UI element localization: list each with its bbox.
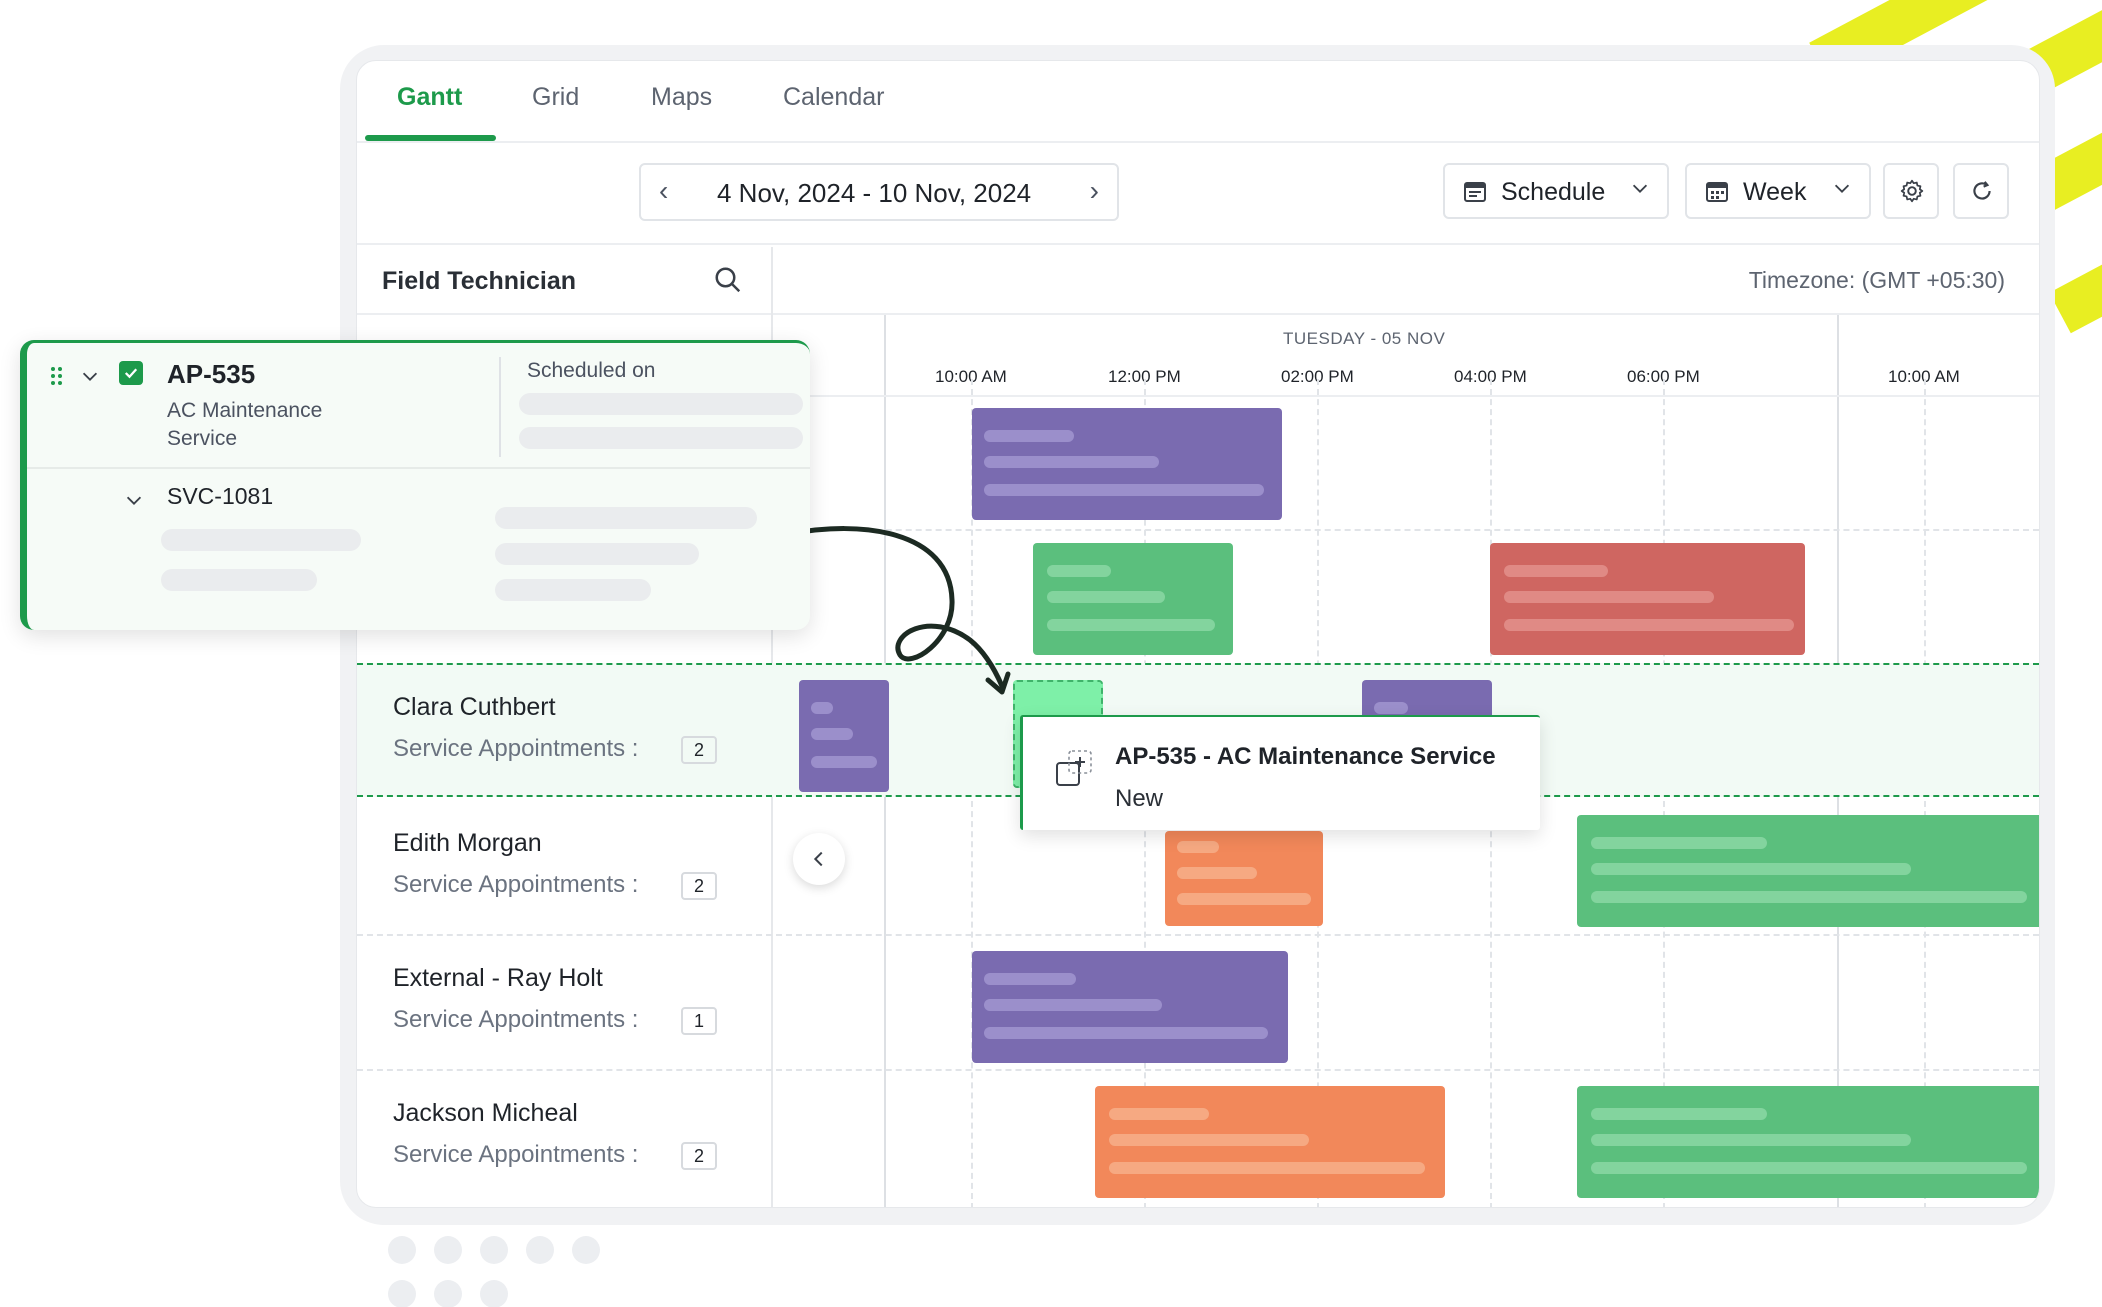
checkmark-icon xyxy=(124,368,138,379)
row-separator xyxy=(357,1069,2039,1071)
calendar-icon xyxy=(1706,182,1728,202)
dragged-appointment-card[interactable]: AP-535 AC Maintenance Service Scheduled … xyxy=(20,340,810,630)
timeline-header-divider xyxy=(773,395,2039,397)
chevron-left-icon xyxy=(813,851,823,867)
gear-icon xyxy=(1900,179,1924,203)
week-select[interactable]: Week xyxy=(1685,163,1871,219)
skeleton-line xyxy=(161,529,361,551)
scheduled-on-label: Scheduled on xyxy=(527,359,656,382)
chevron-down-icon xyxy=(1834,184,1850,193)
scheduler-panel: Gantt Grid Maps Calendar ‹ 4 Nov, 2024 -… xyxy=(356,60,2040,1208)
technician-name: Clara Cuthbert xyxy=(393,693,556,721)
chevron-down-icon xyxy=(1632,184,1648,193)
search-icon[interactable] xyxy=(713,265,743,295)
appointment-count-badge: 2 xyxy=(681,1142,717,1170)
appointment-block[interactable] xyxy=(1362,680,1492,720)
row-separator xyxy=(357,934,2039,936)
appointment-block[interactable] xyxy=(1033,543,1233,655)
active-tab-indicator xyxy=(365,135,496,141)
appointment-count-label: Service Appointments : xyxy=(393,735,639,762)
appointment-block[interactable] xyxy=(972,408,1282,520)
tab-grid[interactable]: Grid xyxy=(532,83,579,112)
appointment-count-badge: 2 xyxy=(681,872,717,900)
column-header: Field Technician Timezone: (GMT +05:30) xyxy=(357,247,2039,315)
chevron-left-icon[interactable]: ‹ xyxy=(659,175,668,207)
appointment-count-label: Service Appointments : xyxy=(393,1141,639,1168)
select-checkbox[interactable] xyxy=(119,361,143,385)
appointment-block[interactable] xyxy=(1577,1086,2039,1198)
settings-button[interactable] xyxy=(1883,163,1939,219)
skeleton-line xyxy=(519,427,803,449)
drag-handle-icon[interactable] xyxy=(49,365,65,387)
technician-name: External - Ray Holt xyxy=(393,964,603,992)
tab-gantt[interactable]: Gantt xyxy=(397,83,462,112)
refresh-icon xyxy=(1973,181,1991,200)
skeleton-line xyxy=(495,507,757,529)
technician-name: Jackson Micheal xyxy=(393,1099,578,1127)
schedule-select[interactable]: Schedule xyxy=(1443,163,1669,219)
popup-status: New xyxy=(1115,785,1164,812)
date-range-label: 4 Nov, 2024 - 10 Nov, 2024 xyxy=(717,178,1032,208)
technician-name: Edith Morgan xyxy=(393,829,542,857)
toolbar: ‹ 4 Nov, 2024 - 10 Nov, 2024 › Schedule xyxy=(357,145,2039,245)
day-label: TUESDAY - 05 NOV xyxy=(1283,329,1446,348)
scroll-back-button[interactable] xyxy=(793,833,845,885)
tab-maps[interactable]: Maps xyxy=(651,83,712,112)
skeleton-line xyxy=(495,579,651,601)
field-technician-title: Field Technician xyxy=(382,267,577,295)
timezone-label: Timezone: (GMT +05:30) xyxy=(1748,267,2005,293)
appointment-block[interactable] xyxy=(972,951,1288,1063)
refresh-button[interactable] xyxy=(1953,163,2009,219)
appointment-count-label: Service Appointments : xyxy=(393,871,639,898)
appointment-block[interactable] xyxy=(1165,831,1323,926)
skeleton-line xyxy=(161,569,317,591)
tab-calendar[interactable]: Calendar xyxy=(783,83,884,112)
date-range-picker[interactable]: ‹ 4 Nov, 2024 - 10 Nov, 2024 › xyxy=(639,163,1119,221)
card-divider xyxy=(27,467,810,469)
drag-preview-popup: AP-535 - AC Maintenance Service New xyxy=(1020,715,1540,830)
view-tabs: Gantt Grid Maps Calendar xyxy=(357,61,2039,143)
popup-title: AP-535 - AC Maintenance Service xyxy=(1115,743,1496,770)
week-select-label: Week xyxy=(1743,178,1807,206)
chevron-right-icon[interactable]: › xyxy=(1090,175,1099,207)
skeleton-line xyxy=(495,543,699,565)
chevron-down-icon[interactable] xyxy=(123,489,145,511)
appointment-block[interactable] xyxy=(1095,1086,1445,1198)
chevron-down-icon[interactable] xyxy=(79,365,101,387)
appointment-count-badge: 1 xyxy=(681,1007,717,1035)
appointment-id: AP-535 xyxy=(167,359,256,389)
appointment-block[interactable] xyxy=(1490,543,1805,655)
card-divider xyxy=(499,357,501,457)
drag-arrow-icon xyxy=(787,526,1011,695)
service-id: SVC-1081 xyxy=(167,483,274,509)
appointment-count-label: Service Appointments : xyxy=(393,1006,639,1033)
appointment-service: AC Maintenance Service xyxy=(167,399,323,450)
schedule-select-label: Schedule xyxy=(1501,178,1606,206)
appointment-block[interactable] xyxy=(1577,815,2039,927)
calendar-list-icon xyxy=(1464,182,1486,202)
skeleton-line xyxy=(519,393,803,415)
appointment-count-badge: 2 xyxy=(681,736,717,764)
add-to-schedule-icon xyxy=(1056,750,1092,786)
